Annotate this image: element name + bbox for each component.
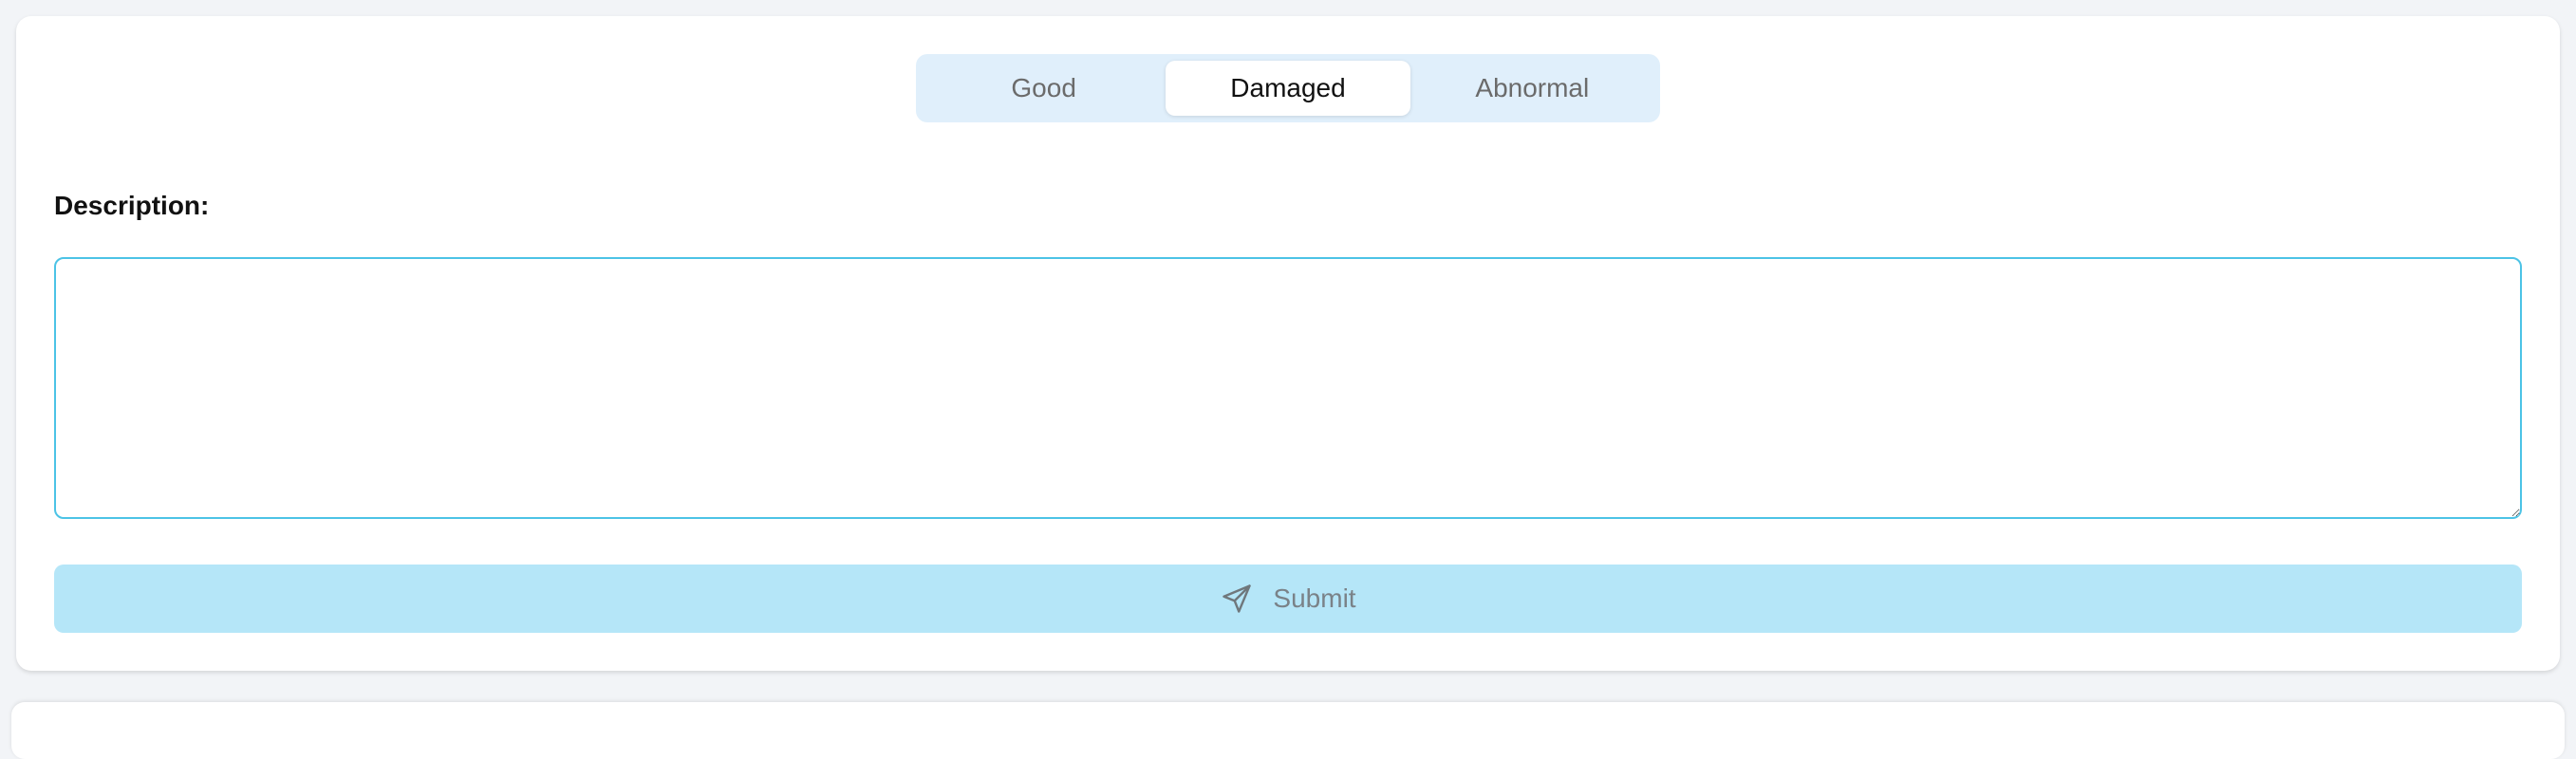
description-textarea[interactable] — [54, 257, 2522, 519]
condition-selector: Good Damaged Abnormal — [916, 54, 1660, 122]
next-card — [11, 702, 2565, 759]
submit-button[interactable]: Submit — [54, 565, 2522, 633]
condition-option-abnormal[interactable]: Abnormal — [1410, 61, 1654, 116]
condition-option-damaged[interactable]: Damaged — [1166, 61, 1410, 116]
description-label: Description: — [54, 191, 210, 220]
condition-option-good[interactable]: Good — [922, 61, 1166, 116]
submit-label: Submit — [1273, 583, 1356, 613]
send-icon — [1220, 582, 1254, 616]
inspection-form-card: Good Damaged Abnormal Description: Submi… — [16, 16, 2560, 671]
